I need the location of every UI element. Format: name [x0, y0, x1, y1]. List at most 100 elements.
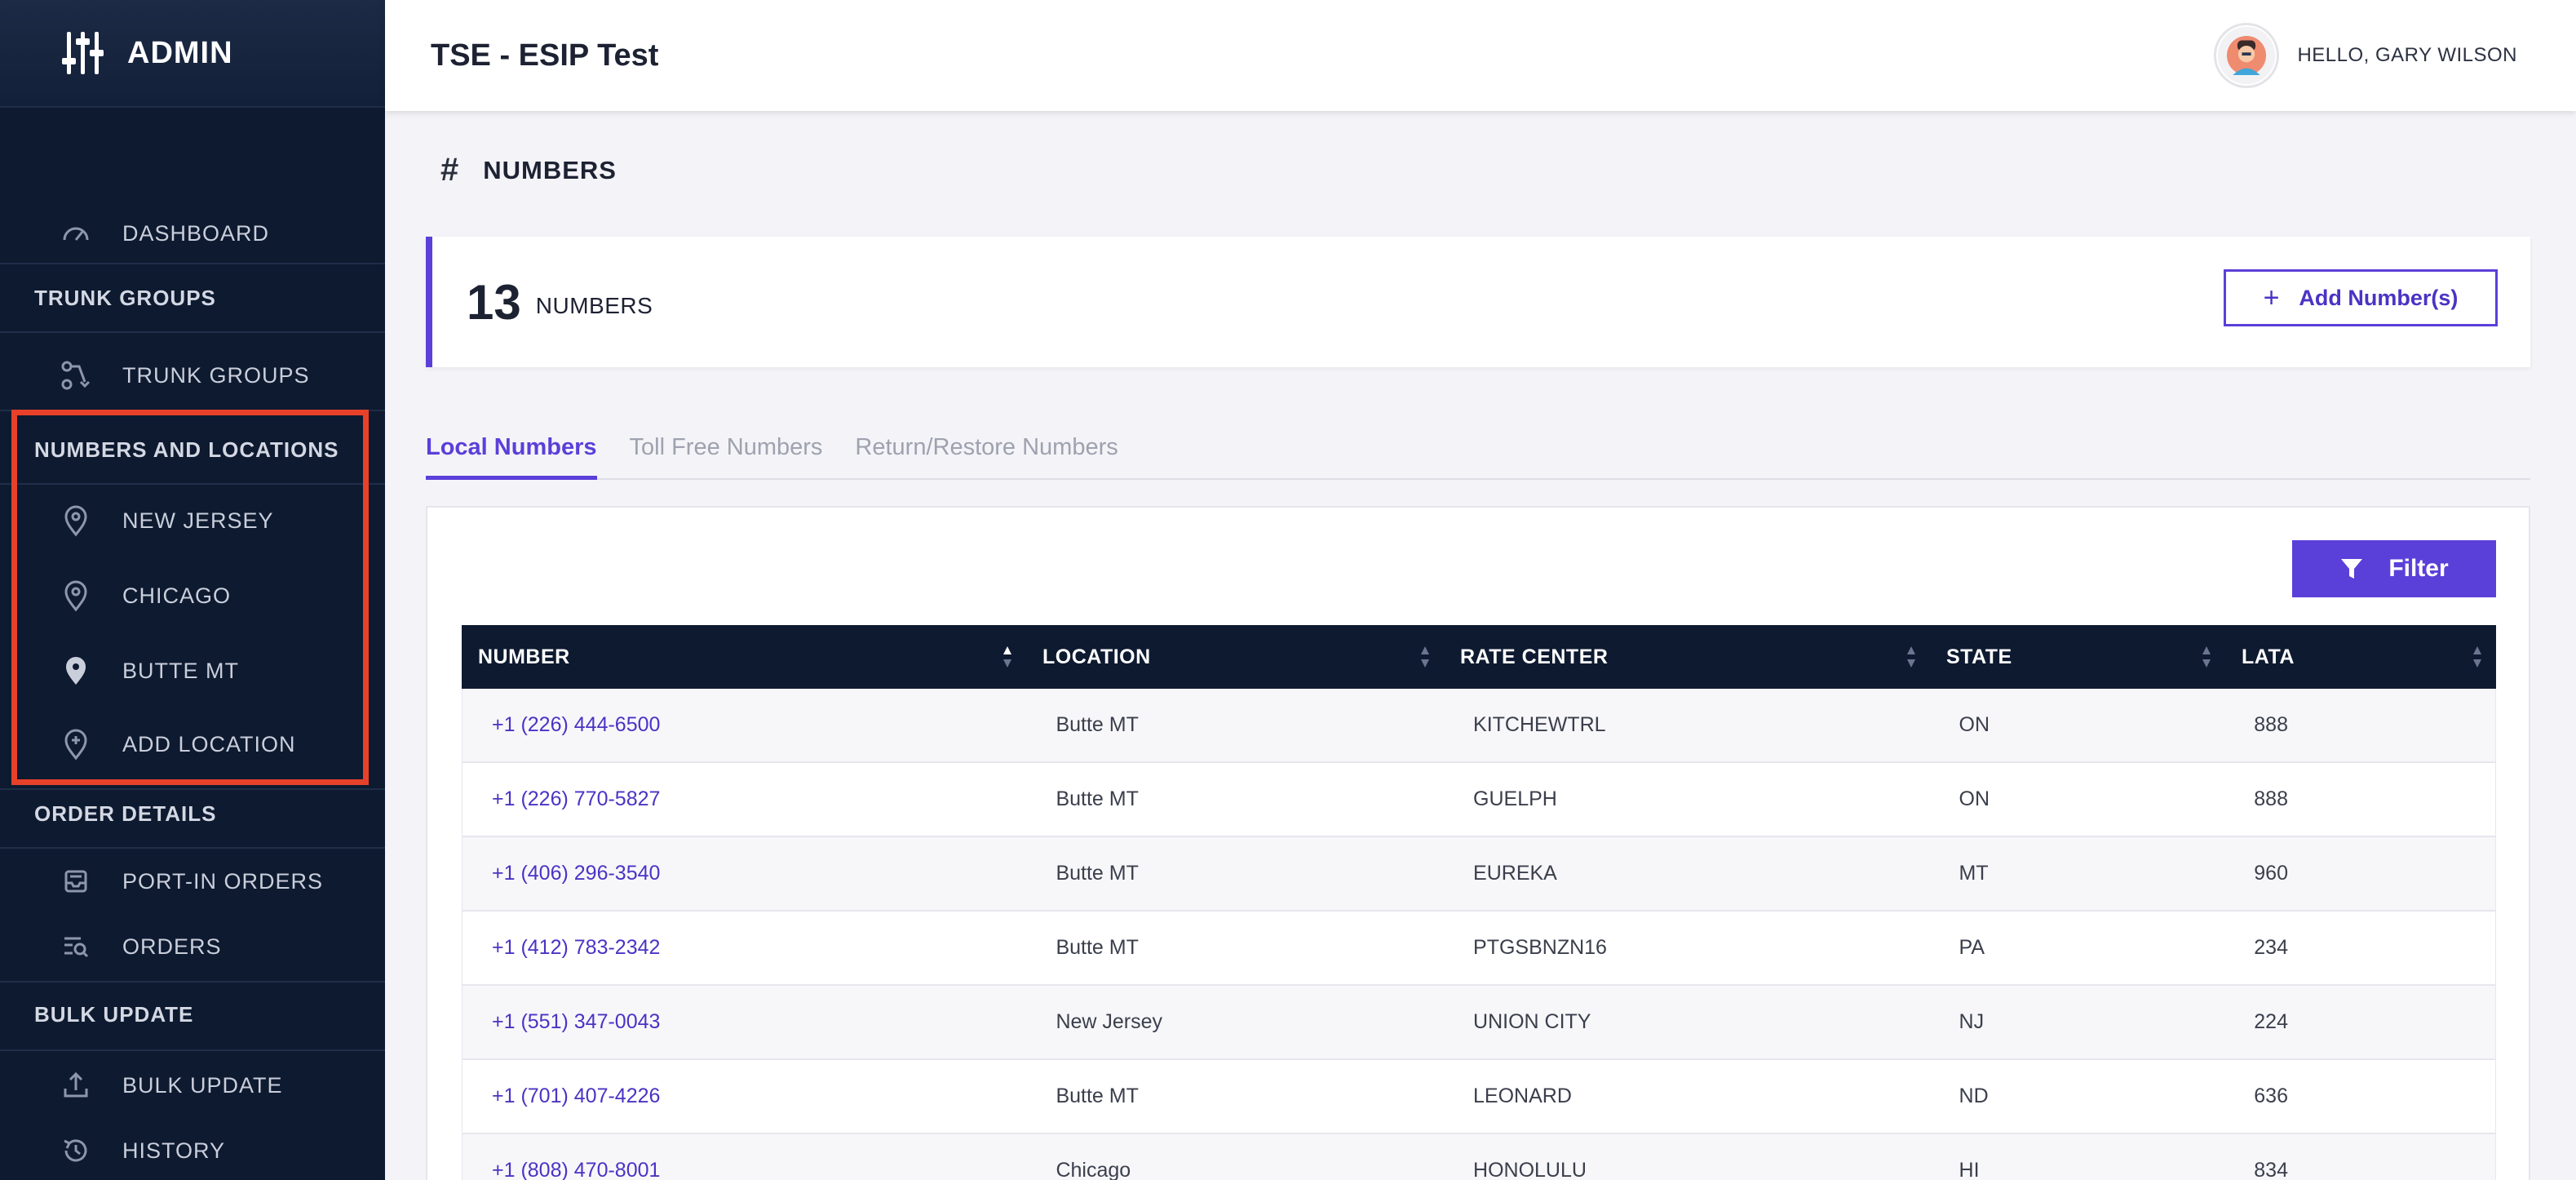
add-numbers-button[interactable]: + Add Number(s) [2224, 269, 2498, 326]
location-cell: Butte MT [1056, 787, 1139, 810]
numbers-count-label: NUMBERS [535, 293, 653, 318]
filter-icon [2341, 559, 2363, 579]
avatar[interactable] [2214, 23, 2280, 88]
state-cell: HI [1959, 1159, 1980, 1180]
number-link[interactable]: +1 (412) 783-2342 [463, 936, 1026, 960]
org-title: TSE - ESIP Test [431, 38, 659, 73]
sort-icon [1421, 646, 1429, 668]
state-cell: ND [1959, 1085, 1989, 1107]
sidebar-item-label: DASHBOARD [122, 220, 270, 246]
user-avatar-icon [2218, 26, 2276, 85]
number-link[interactable]: +1 (226) 770-5827 [463, 787, 1026, 811]
sort-icon [2202, 646, 2211, 668]
sidebar-item-chicago[interactable]: CHICAGO [0, 570, 385, 622]
table-row: +1 (406) 296-3540 Butte MT EUREKA MT 960 [462, 837, 2496, 912]
sort-icon [1907, 646, 1915, 668]
sidebar-item-label: PORT-IN ORDERS [122, 868, 324, 894]
state-cell: ON [1959, 713, 1990, 736]
user-menu[interactable]: HELLO, GARY WILSON [2214, 23, 2517, 88]
lata-cell: 224 [2254, 1010, 2288, 1033]
table-row: +1 (226) 770-5827 Butte MT GUELPH ON 888 [462, 763, 2496, 837]
sidebar-item-label: BUTTE MT [122, 658, 239, 683]
tab-toll-free-numbers[interactable]: Toll Free Numbers [630, 429, 823, 480]
sidebar-item-label: TRUNK GROUPS [122, 362, 310, 388]
sort-icon [2473, 646, 2481, 668]
map-pin-filled-icon [57, 652, 95, 690]
sidebar-item-trunk-groups[interactable]: TRUNK GROUPS [0, 349, 385, 401]
number-link[interactable]: +1 (406) 296-3540 [463, 862, 1026, 885]
sidebar: ADMIN DASHBOARD TRUNK GROUPS TRUNK GROUP… [0, 0, 385, 1180]
sidebar-item-label: CHICAGO [122, 583, 232, 608]
location-cell: New Jersey [1056, 1010, 1163, 1033]
section-trunk-groups: TRUNK GROUPS [34, 285, 216, 310]
upload-icon [57, 1067, 95, 1104]
number-link[interactable]: +1 (226) 444-6500 [463, 713, 1026, 737]
add-numbers-label: Add Number(s) [2299, 285, 2459, 310]
number-link[interactable]: +1 (808) 470-8001 [463, 1159, 1026, 1180]
table-row: +1 (551) 347-0043 New Jersey UNION CITY … [462, 986, 2496, 1060]
filter-button[interactable]: Filter [2292, 540, 2496, 597]
sidebar-item-orders[interactable]: ORDERS [0, 920, 385, 973]
gauge-icon [57, 215, 95, 252]
brand-title: ADMIN [127, 35, 233, 70]
rate-center-cell: GUELPH [1473, 787, 1557, 810]
rate-center-cell: LEONARD [1473, 1085, 1572, 1107]
table-row: +1 (808) 470-8001 Chicago HONOLULU HI 83… [462, 1134, 2496, 1180]
map-pin-icon [57, 502, 95, 539]
sidebar-item-port-in-orders[interactable]: PORT-IN ORDERS [0, 855, 385, 907]
sidebar-item-butte-mt[interactable]: BUTTE MT [0, 645, 385, 697]
column-lata[interactable]: LATA [2225, 625, 2496, 689]
table-header: NUMBER LOCATION RATE CENTER STATE LATA [462, 625, 2496, 689]
plus-icon: + [2263, 282, 2280, 313]
greeting: HELLO, GARY WILSON [2297, 44, 2517, 66]
column-location[interactable]: LOCATION [1026, 625, 1444, 689]
sidebar-item-add-location[interactable]: ADD LOCATION [0, 718, 385, 770]
brand[interactable]: ADMIN [0, 0, 385, 108]
location-cell: Butte MT [1056, 936, 1139, 959]
lata-cell: 636 [2254, 1085, 2288, 1107]
page-title-text: NUMBERS [483, 155, 617, 184]
section-order-details: ORDER DETAILS [34, 801, 217, 826]
hash-icon: # [440, 152, 459, 188]
tab-local-numbers[interactable]: Local Numbers [426, 429, 597, 480]
location-cell: Chicago [1056, 1159, 1131, 1180]
location-cell: Butte MT [1056, 1085, 1139, 1107]
numbers-table: NUMBER LOCATION RATE CENTER STATE LATA +… [462, 625, 2496, 1180]
add-pin-icon [57, 725, 95, 763]
number-link[interactable]: +1 (701) 407-4226 [463, 1085, 1026, 1108]
tab-return-restore-numbers[interactable]: Return/Restore Numbers [855, 429, 1118, 480]
list-search-icon [57, 928, 95, 965]
table-body: +1 (226) 444-6500 Butte MT KITCHEWTRL ON… [462, 689, 2496, 1180]
sidebar-item-history[interactable]: HISTORY [0, 1125, 385, 1177]
column-rate-center[interactable]: RATE CENTER [1444, 625, 1930, 689]
location-cell: Butte MT [1056, 713, 1139, 736]
rate-center-cell: UNION CITY [1473, 1010, 1591, 1033]
sidebar-item-label: ADD LOCATION [122, 731, 296, 756]
lata-cell: 834 [2254, 1159, 2288, 1180]
filter-label: Filter [2388, 555, 2449, 582]
sidebar-item-bulk-update[interactable]: BULK UPDATE [0, 1059, 385, 1111]
sidebar-item-label: BULK UPDATE [122, 1072, 283, 1098]
rate-center-cell: KITCHEWTRL [1473, 713, 1606, 736]
numbers-panel: Filter NUMBER LOCATION RATE CENTER STATE… [426, 506, 2530, 1180]
section-bulk-update: BULK UPDATE [34, 1001, 194, 1027]
column-number[interactable]: NUMBER [462, 625, 1026, 689]
lata-cell: 960 [2254, 862, 2288, 885]
inbox-icon [57, 863, 95, 900]
lata-cell: 234 [2254, 936, 2288, 959]
lata-cell: 888 [2254, 713, 2288, 736]
sort-icon [1003, 646, 1011, 668]
rate-center-cell: EUREKA [1473, 862, 1557, 885]
table-row: +1 (412) 783-2342 Butte MT PTGSBNZN16 PA… [462, 912, 2496, 986]
sidebar-item-dashboard[interactable]: DASHBOARD [0, 207, 385, 260]
numbers-count-card: 13 NUMBERS + Add Number(s) [426, 237, 2530, 367]
number-tabs: Local Numbers Toll Free Numbers Return/R… [426, 429, 2530, 480]
sidebar-item-new-jersey[interactable]: NEW JERSEY [0, 495, 385, 547]
number-link[interactable]: +1 (551) 347-0043 [463, 1010, 1026, 1034]
sliders-icon [62, 32, 104, 74]
history-icon [57, 1132, 95, 1169]
column-state[interactable]: STATE [1930, 625, 2225, 689]
table-row: +1 (701) 407-4226 Butte MT LEONARD ND 63… [462, 1060, 2496, 1134]
rate-center-cell: PTGSBNZN16 [1473, 936, 1607, 959]
state-cell: MT [1959, 862, 1989, 885]
